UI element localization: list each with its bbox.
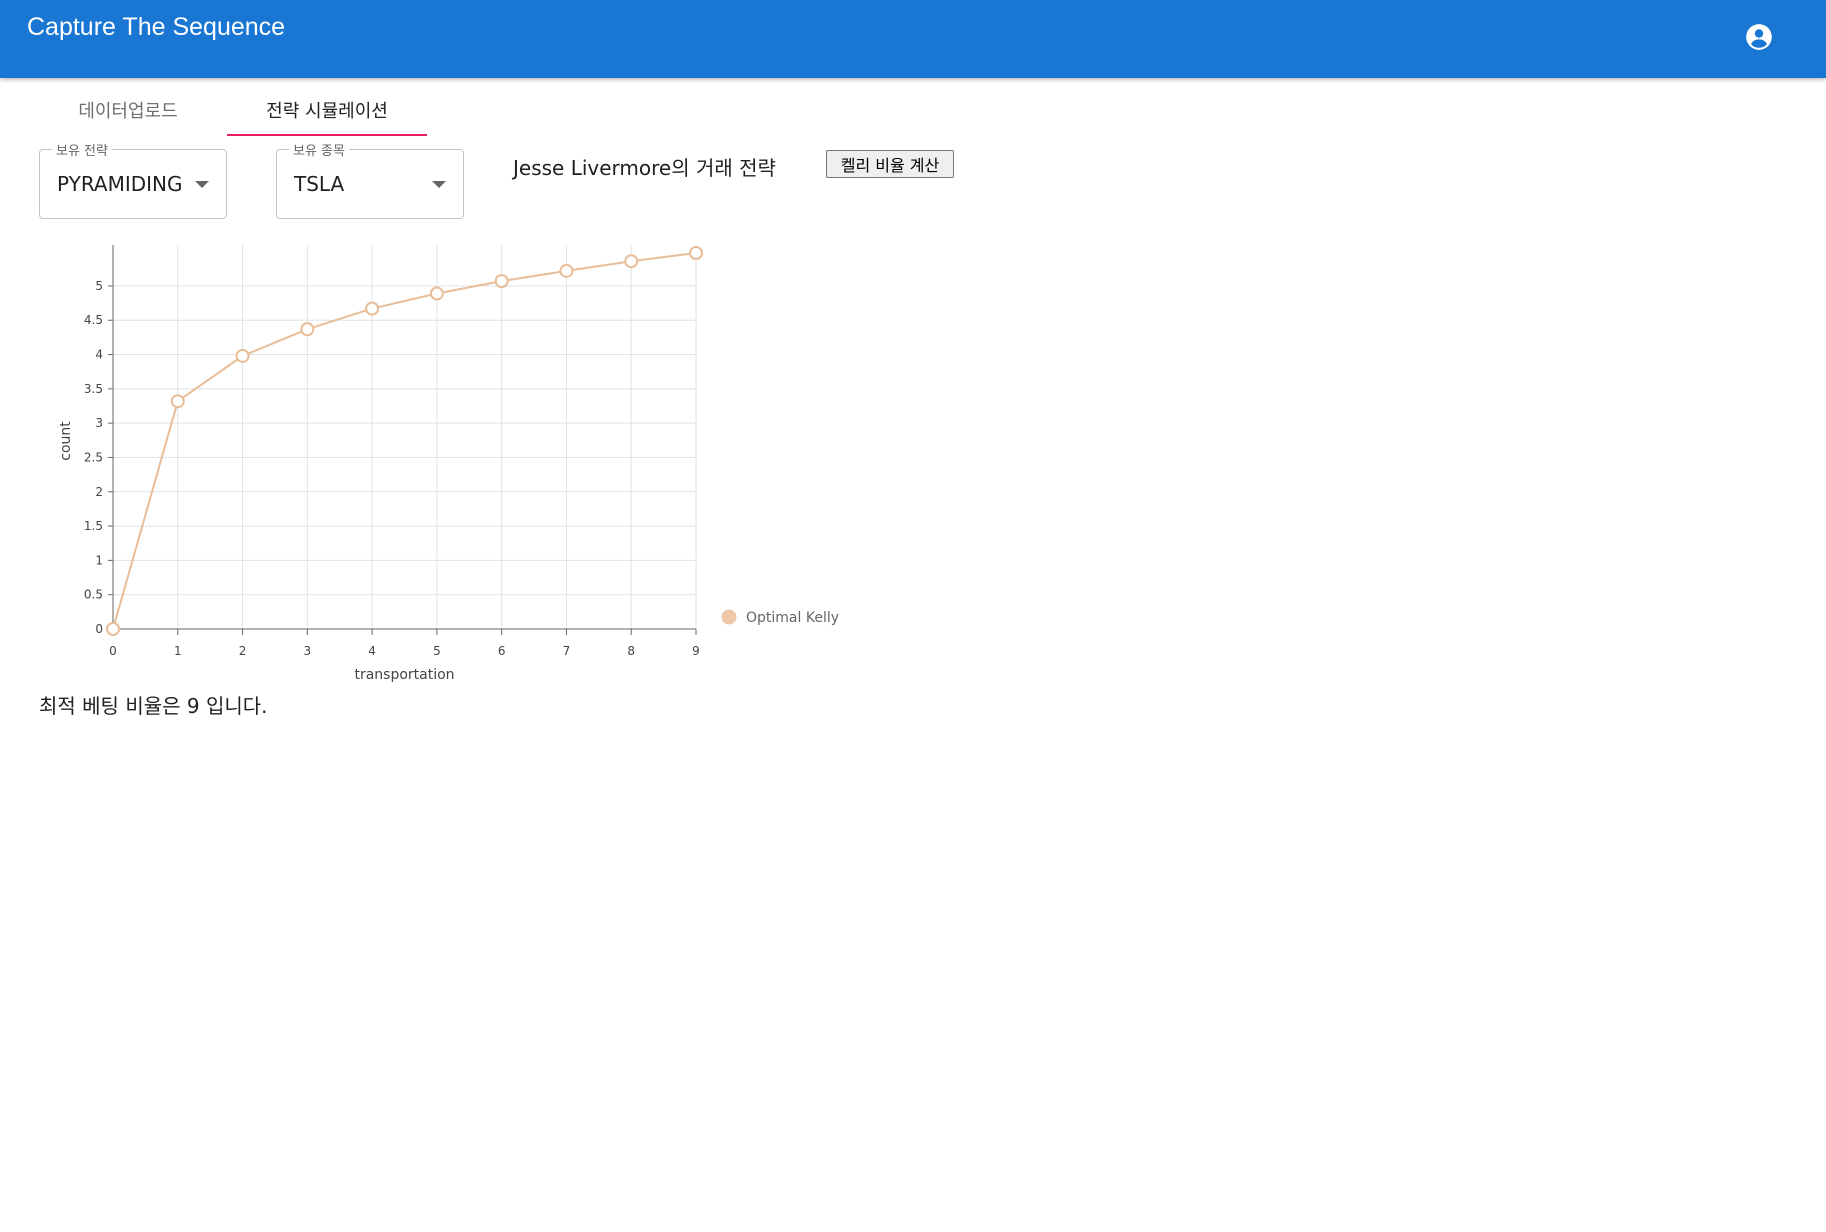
data-point bbox=[429, 286, 444, 301]
x-tick-label: 1 bbox=[174, 644, 182, 658]
account-circle-icon[interactable] bbox=[1745, 23, 1773, 51]
x-tick-label: 2 bbox=[239, 644, 247, 658]
data-point bbox=[235, 348, 250, 363]
y-tick-label: 0 bbox=[95, 622, 103, 636]
app-bar: Capture The Sequence bbox=[0, 0, 1826, 78]
caret-down-icon bbox=[195, 181, 209, 188]
data-point bbox=[494, 274, 509, 289]
stock-select-label: 보유 종목 bbox=[289, 140, 349, 159]
y-tick-label: 1 bbox=[95, 553, 103, 567]
caret-down-icon bbox=[432, 181, 446, 188]
x-tick-label: 5 bbox=[433, 644, 441, 658]
result-text: 최적 베팅 비율은 9 입니다. bbox=[39, 694, 268, 718]
data-point bbox=[106, 622, 120, 636]
data-point bbox=[300, 322, 315, 337]
data-point bbox=[559, 263, 574, 278]
data-point bbox=[365, 301, 380, 316]
data-point bbox=[624, 254, 639, 269]
y-tick-label: 2.5 bbox=[84, 450, 103, 464]
legend-label: Optimal Kelly bbox=[746, 610, 839, 626]
y-tick-label: 4 bbox=[95, 348, 103, 362]
x-tick-label: 4 bbox=[368, 644, 376, 658]
series-line bbox=[112, 252, 697, 630]
strategy-select-label: 보유 전략 bbox=[52, 140, 112, 159]
kelly-line-chart: 0 0.5 1 1.5 2 2.5 3 3.5 4 4.5 5 0 1 2 3 4 5 6 7 8 9 transport… bbox=[58, 245, 839, 683]
y-tick-label: 2 bbox=[95, 485, 103, 499]
strategy-title: Jesse Livermore의 거래 전략 bbox=[513, 156, 776, 180]
y-tick-label: 0.5 bbox=[84, 588, 103, 602]
app-title: Capture The Sequence bbox=[27, 13, 286, 41]
x-tick-label: 3 bbox=[304, 644, 312, 658]
tab-indicator bbox=[227, 134, 427, 136]
x-tick-label: 0 bbox=[109, 644, 117, 658]
tab-data-upload[interactable]: 데이터업로드 bbox=[40, 84, 216, 136]
y-tick-label: 5 bbox=[95, 279, 103, 293]
stock-select[interactable]: 보유 종목 TSLA bbox=[276, 140, 464, 219]
stock-select-value: TSLA bbox=[294, 172, 345, 196]
x-tick-label: 9 bbox=[692, 644, 700, 658]
x-axis-label: transportation bbox=[354, 667, 454, 683]
y-tick-label: 4.5 bbox=[84, 313, 103, 327]
y-tick-label: 3.5 bbox=[84, 382, 103, 396]
x-tick-label: 7 bbox=[563, 644, 571, 658]
x-tick-label: 6 bbox=[498, 644, 506, 658]
tab-strategy-simulation[interactable]: 전략 시뮬레이션 bbox=[227, 84, 427, 136]
y-tick-label: 1.5 bbox=[84, 519, 103, 533]
data-point bbox=[170, 394, 185, 409]
legend-marker bbox=[721, 609, 737, 625]
strategy-select-value: PYRAMIDING bbox=[57, 172, 183, 196]
data-point bbox=[689, 246, 703, 260]
x-tick-label: 8 bbox=[627, 644, 635, 658]
y-tick-label: 3 bbox=[95, 416, 103, 430]
y-axis-label: count bbox=[58, 421, 74, 461]
strategy-select[interactable]: 보유 전략 PYRAMIDING bbox=[39, 140, 227, 219]
kelly-ratio-button[interactable]: 켈리 비율 계산 bbox=[826, 150, 954, 178]
